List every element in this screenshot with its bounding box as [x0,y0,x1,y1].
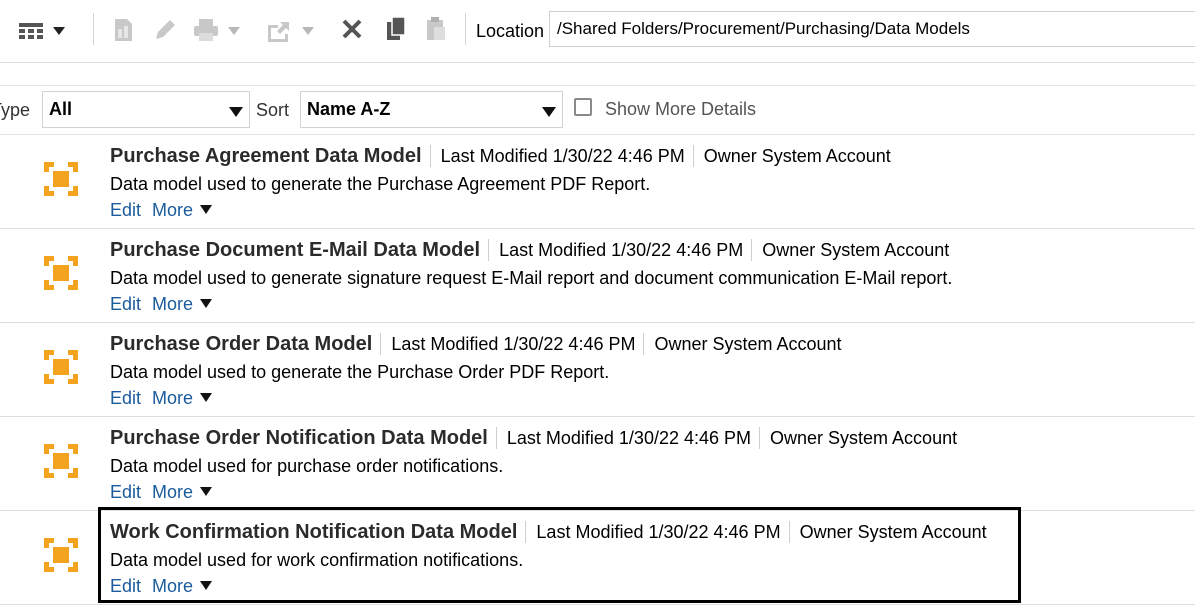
owner: Owner System Account [692,145,891,167]
print-icon [192,18,220,42]
item-description: Data model used for purchase order notif… [110,456,504,476]
location-field[interactable]: /Shared Folders/Procurement/Purchasing/D… [549,11,1195,47]
list-item: Purchase Order Notification Data Model La… [0,416,1195,511]
last-modified: Last Modified 1/30/22 4:46 PM [495,427,751,449]
item-description: Data model used to generate the Purchase… [110,174,651,194]
location-label: Location [476,21,545,41]
list-item: Purchase Document E-Mail Data Model Last … [0,228,1195,323]
item-header: Purchase Order Data Model Last Modified 1… [110,333,842,356]
last-modified: Last Modified 1/30/22 4:46 PM [380,333,635,355]
item-actions: Edit More [110,388,213,409]
chevron-down-icon[interactable] [200,581,213,590]
item-header: Purchase Document E-Mail Data Model Last … [110,239,949,262]
more-link[interactable]: More [152,576,193,596]
item-actions: Edit More [110,294,213,315]
copy-icon[interactable] [385,16,407,42]
share-icon [266,19,294,43]
item-title[interactable]: Purchase Order Notification Data Model [110,427,488,449]
print-chevron-down-icon [228,27,240,35]
edit-link[interactable]: Edit [110,576,141,596]
last-modified: Last Modified 1/30/22 4:46 PM [525,521,781,543]
chevron-down-icon [229,107,243,117]
edit-icon [152,17,178,43]
more-link[interactable]: More [152,200,193,220]
paste-icon [425,16,447,42]
view-grid-icon[interactable] [18,21,44,41]
report-icon [112,17,136,43]
data-model-icon [42,254,80,297]
chevron-down-icon[interactable] [200,487,213,496]
edit-link[interactable]: Edit [110,482,141,502]
item-header: Purchase Order Notification Data Model La… [110,427,957,450]
toolbar-divider [93,13,94,45]
chevron-down-icon[interactable] [200,393,213,402]
item-title[interactable]: Purchase Document E-Mail Data Model [110,239,480,261]
item-actions: Edit More [110,576,213,597]
last-modified: Last Modified 1/30/22 4:46 PM [488,239,743,261]
chevron-down-icon[interactable] [200,299,213,308]
data-model-icon [42,536,80,579]
item-actions: Edit More [110,200,213,221]
list-item: Work Confirmation Notification Data Mode… [0,510,1195,605]
filter-bar: Type All Sort Name A-Z [0,85,1195,135]
share-chevron-down-icon [302,27,314,35]
sort-select[interactable]: Name A-Z [300,91,563,128]
show-more-details-label[interactable]: Show More Details [605,99,756,120]
owner: Owner System Account [759,427,957,449]
owner: Owner System Account [751,239,949,261]
more-link[interactable]: More [152,388,193,408]
item-description: Data model used to generate signature re… [110,268,953,288]
item-description: Data model used to generate the Purchase… [110,362,610,382]
sort-select-value: Name A-Z [307,99,391,119]
edit-link[interactable]: Edit [110,388,141,408]
last-modified: Last Modified 1/30/22 4:46 PM [429,145,685,167]
item-header: Work Confirmation Notification Data Mode… [110,521,987,544]
data-model-icon [42,160,80,203]
list-item: Purchase Agreement Data Model Last Modifi… [0,134,1195,229]
item-title[interactable]: Work Confirmation Notification Data Mode… [110,521,517,543]
show-more-details-checkbox[interactable] [574,98,592,116]
edit-link[interactable]: Edit [110,294,141,314]
sort-label: Sort [256,100,290,120]
type-select[interactable]: All [42,91,250,128]
item-header: Purchase Agreement Data Model Last Modifi… [110,145,891,168]
chevron-down-icon [542,107,556,117]
data-model-icon [42,442,80,485]
toolbar: Location /Shared Folders/Procurement/Pur… [0,0,1195,63]
view-menu-chevron-down-icon[interactable] [53,27,65,35]
owner: Owner System Account [788,521,987,543]
toolbar-divider [465,13,466,45]
more-link[interactable]: More [152,482,193,502]
owner: Owner System Account [643,333,842,355]
more-link[interactable]: More [152,294,193,314]
item-title[interactable]: Purchase Order Data Model [110,333,372,355]
type-select-value: All [49,99,73,119]
item-actions: Edit More [110,482,213,503]
item-description: Data model used for work confirmation no… [110,550,524,570]
delete-icon[interactable] [341,18,363,40]
type-label: Type [0,100,31,120]
data-model-icon [42,348,80,391]
item-title[interactable]: Purchase Agreement Data Model [110,145,422,167]
list-item: Purchase Order Data Model Last Modified 1… [0,322,1195,417]
edit-link[interactable]: Edit [110,200,141,220]
chevron-down-icon[interactable] [200,205,213,214]
